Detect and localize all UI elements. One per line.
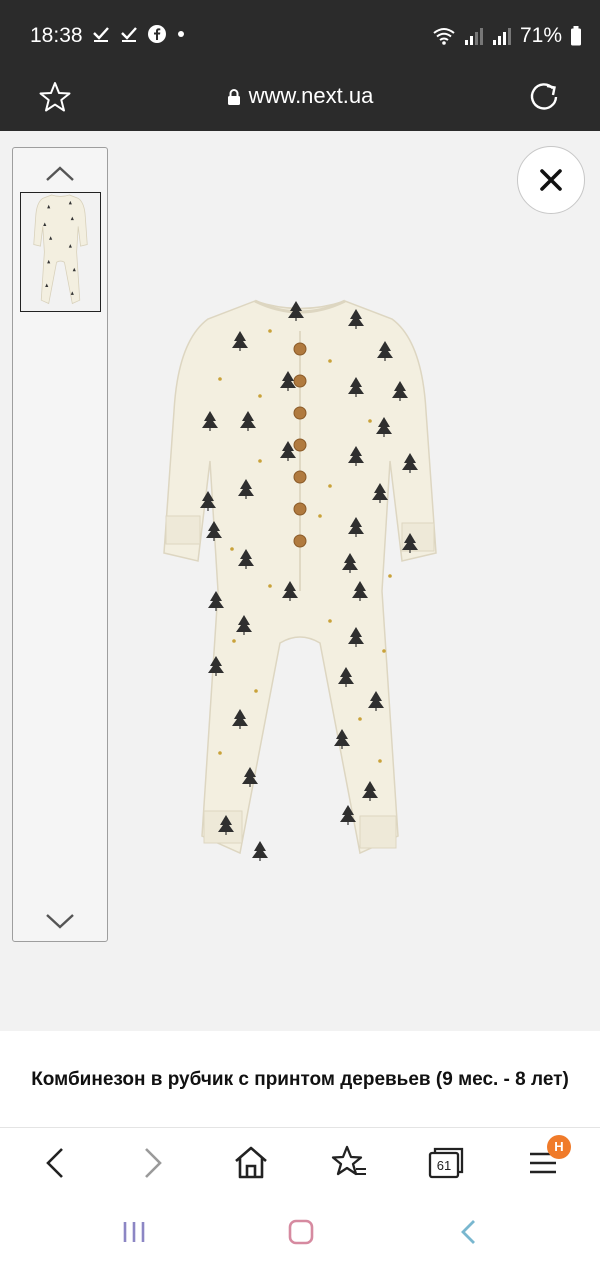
system-nav-bar (0, 1197, 600, 1266)
home-icon[interactable] (231, 1143, 271, 1183)
recent-apps-icon[interactable] (118, 1217, 150, 1247)
signal-icon (464, 28, 483, 45)
battery-percent: 71% (519, 24, 562, 47)
wifi-icon (433, 28, 455, 45)
facebook-icon (148, 25, 166, 43)
product-title: Комбинезон в рубчик с принтом деревьев (… (31, 1069, 569, 1090)
back-nav-icon[interactable] (453, 1217, 485, 1247)
product-info: Комбинезон в рубчик с принтом деревьев (… (0, 1031, 600, 1127)
check-icon (121, 27, 137, 42)
romper-thumbnail (33, 194, 88, 305)
home-nav-icon[interactable] (285, 1217, 317, 1247)
lock-icon (227, 89, 240, 106)
product-image[interactable] (160, 291, 440, 891)
status-time: 18:38 (30, 24, 83, 47)
chevron-down-icon[interactable] (45, 911, 75, 931)
notification-icons (92, 25, 186, 43)
close-icon (540, 169, 562, 191)
status-right: 71% (432, 24, 582, 48)
image-viewer (0, 131, 600, 1031)
thumbnail-strip (12, 147, 108, 942)
bookmarks-icon[interactable] (329, 1143, 369, 1183)
url-text: www.next.ua (248, 83, 374, 108)
chevron-up-icon[interactable] (45, 164, 75, 184)
check-icon (93, 27, 109, 42)
status-bar: 18:38 71% (0, 0, 600, 68)
battery-icon (571, 26, 581, 46)
address-field[interactable]: www.next.ua (0, 83, 600, 109)
back-icon[interactable] (36, 1143, 76, 1183)
tabs-button[interactable]: 61 (426, 1143, 466, 1183)
signal-icon (492, 28, 511, 45)
dot-icon (178, 31, 184, 37)
browser-toolbar: 61 H (0, 1127, 600, 1198)
reload-icon[interactable] (526, 79, 562, 115)
close-button[interactable] (517, 146, 585, 214)
menu-badge: H (547, 1135, 571, 1159)
forward-icon[interactable] (132, 1143, 172, 1183)
thumbnail-image[interactable] (20, 192, 101, 312)
menu-button[interactable]: H (523, 1135, 571, 1183)
tabs-count: 61 (436, 1158, 452, 1173)
url-bar: www.next.ua (0, 68, 600, 131)
